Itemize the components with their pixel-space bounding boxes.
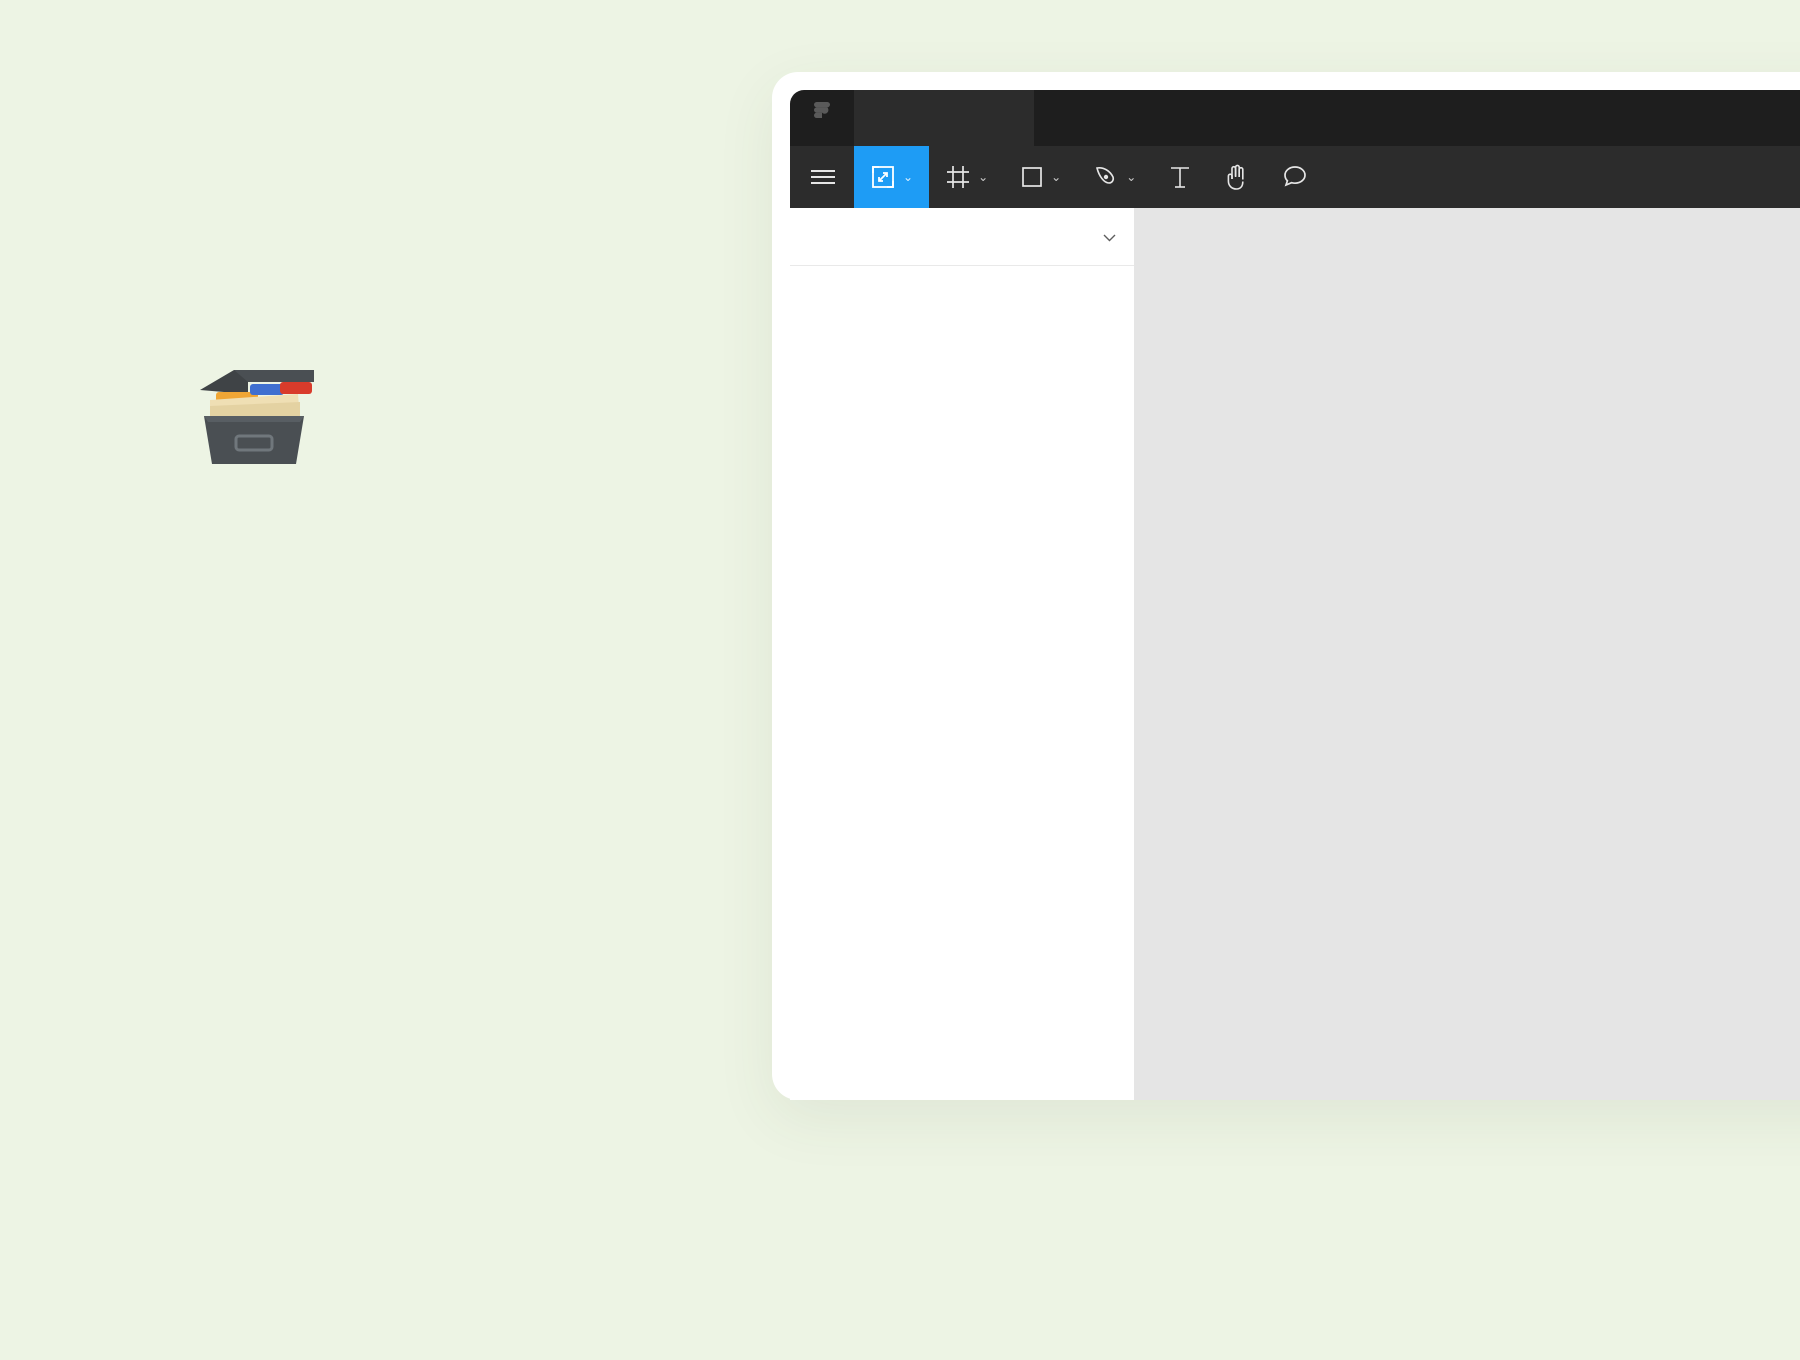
- canvas[interactable]: [1134, 208, 1800, 1100]
- panel-header: [790, 208, 1134, 266]
- text-icon: [1168, 164, 1192, 190]
- hand-icon: [1224, 163, 1250, 191]
- move-scale-tool[interactable]: ⌄: [854, 146, 930, 208]
- frame-icon: [945, 164, 971, 190]
- text-tool[interactable]: [1152, 146, 1208, 208]
- marketing-slide: ⌄ ⌄ ⌄ ⌄: [0, 0, 1800, 1360]
- hand-tool[interactable]: [1208, 146, 1266, 208]
- chevron-down-icon[interactable]: ⌄: [1126, 170, 1136, 184]
- hero-copy-block: [188, 360, 748, 528]
- figma-window: ⌄ ⌄ ⌄ ⌄: [790, 90, 1800, 1100]
- card-index-dividers-icon: [188, 360, 748, 470]
- page-selector[interactable]: [1096, 226, 1116, 247]
- layer-list: [790, 266, 1134, 278]
- chevron-down-icon[interactable]: ⌄: [978, 170, 988, 184]
- file-tab-grocery[interactable]: [854, 90, 1034, 146]
- tab-bar: [790, 90, 1800, 146]
- comment-tool[interactable]: [1266, 146, 1324, 208]
- chevron-down-icon[interactable]: ⌄: [903, 170, 913, 184]
- figma-logo-icon[interactable]: [790, 90, 854, 146]
- main-menu-button[interactable]: [790, 146, 854, 208]
- shape-tool[interactable]: ⌄: [1004, 146, 1077, 208]
- hamburger-icon: [810, 168, 836, 186]
- chevron-down-icon: [1103, 226, 1116, 247]
- frame-tool[interactable]: ⌄: [929, 146, 1004, 208]
- comment-icon: [1282, 164, 1308, 190]
- new-tab-button[interactable]: [1034, 90, 1096, 146]
- figma-window-frame: ⌄ ⌄ ⌄ ⌄: [772, 72, 1800, 1100]
- pen-icon: [1093, 164, 1119, 190]
- move-scale-icon: [870, 164, 896, 190]
- pen-tool[interactable]: ⌄: [1077, 146, 1152, 208]
- toolbar: ⌄ ⌄ ⌄ ⌄: [790, 146, 1800, 208]
- figma-body: [790, 208, 1800, 1100]
- left-panel: [790, 208, 1134, 1100]
- square-icon: [1020, 165, 1044, 189]
- chevron-down-icon[interactable]: ⌄: [1051, 170, 1061, 184]
